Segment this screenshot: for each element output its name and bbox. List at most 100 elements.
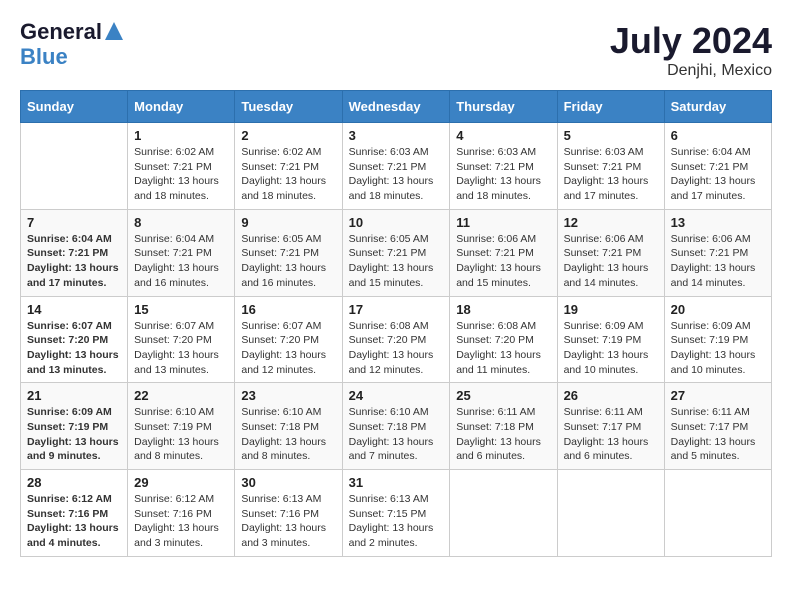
day-number: 8 xyxy=(134,215,228,230)
calendar-cell: 23Sunrise: 6:10 AMSunset: 7:18 PMDayligh… xyxy=(235,383,342,470)
day-info: Sunrise: 6:12 AMSunset: 7:16 PMDaylight:… xyxy=(27,492,121,551)
header-day-monday: Monday xyxy=(128,91,235,123)
calendar-week-row: 21Sunrise: 6:09 AMSunset: 7:19 PMDayligh… xyxy=(21,383,772,470)
day-info: Sunrise: 6:03 AMSunset: 7:21 PMDaylight:… xyxy=(349,145,444,204)
calendar-cell: 19 Sunrise: 6:09 AMSunset: 7:19 PMDayligh… xyxy=(557,296,664,383)
day-number: 4 xyxy=(456,128,550,143)
calendar-cell: 30Sunrise: 6:13 AMSunset: 7:16 PMDayligh… xyxy=(235,470,342,557)
calendar-header-row: SundayMondayTuesdayWednesdayThursdayFrid… xyxy=(21,91,772,123)
header-day-wednesday: Wednesday xyxy=(342,91,450,123)
header-day-tuesday: Tuesday xyxy=(235,91,342,123)
logo-text-blue: Blue xyxy=(20,44,123,70)
calendar-cell: 18 Sunrise: 6:08 AMSunset: 7:20 PMDayligh… xyxy=(450,296,557,383)
day-number: 14 xyxy=(27,302,121,317)
location-title: Denjhi, Mexico xyxy=(610,62,772,80)
day-info: Sunrise: 6:05 AMSunset: 7:21 PMDaylight:… xyxy=(349,232,444,291)
day-number: 13 xyxy=(671,215,765,230)
month-title: July 2024 xyxy=(610,20,772,62)
day-number: 10 xyxy=(349,215,444,230)
day-number: 5 xyxy=(564,128,658,143)
calendar-cell: 26 Sunrise: 6:11 AMSunset: 7:17 PMDayligh… xyxy=(557,383,664,470)
day-number: 21 xyxy=(27,388,121,403)
calendar-cell: 5 Sunrise: 6:03 AMSunset: 7:21 PMDaylight… xyxy=(557,123,664,210)
calendar-cell: 27 Sunrise: 6:11 AMSunset: 7:17 PMDayligh… xyxy=(664,383,771,470)
day-number: 17 xyxy=(349,302,444,317)
day-info: Sunrise: 6:07 AMSunset: 7:20 PMDaylight:… xyxy=(134,319,228,378)
day-number: 19 xyxy=(564,302,658,317)
day-info: Sunrise: 6:05 AMSunset: 7:21 PMDaylight:… xyxy=(241,232,335,291)
day-number: 31 xyxy=(349,475,444,490)
day-number: 25 xyxy=(456,388,550,403)
calendar-cell: 11Sunrise: 6:06 AMSunset: 7:21 PMDayligh… xyxy=(450,209,557,296)
day-number: 6 xyxy=(671,128,765,143)
calendar-cell: 3 Sunrise: 6:03 AMSunset: 7:21 PMDaylight… xyxy=(342,123,450,210)
calendar-week-row: 28 Sunrise: 6:12 AMSunset: 7:16 PMDayligh… xyxy=(21,470,772,557)
header-day-thursday: Thursday xyxy=(450,91,557,123)
day-info: Sunrise: 6:11 AMSunset: 7:17 PMDaylight:… xyxy=(564,405,658,464)
day-number: 16 xyxy=(241,302,335,317)
header-day-sunday: Sunday xyxy=(21,91,128,123)
day-number: 18 xyxy=(456,302,550,317)
day-info: Sunrise: 6:12 AMSunset: 7:16 PMDaylight:… xyxy=(134,492,228,551)
day-number: 28 xyxy=(27,475,121,490)
calendar-cell: 29Sunrise: 6:12 AMSunset: 7:16 PMDayligh… xyxy=(128,470,235,557)
day-info: Sunrise: 6:06 AMSunset: 7:21 PMDaylight:… xyxy=(564,232,658,291)
calendar-cell: 10 Sunrise: 6:05 AMSunset: 7:21 PMDayligh… xyxy=(342,209,450,296)
calendar-cell: 24 Sunrise: 6:10 AMSunset: 7:18 PMDayligh… xyxy=(342,383,450,470)
calendar-cell: 15Sunrise: 6:07 AMSunset: 7:20 PMDayligh… xyxy=(128,296,235,383)
calendar-cell: 12 Sunrise: 6:06 AMSunset: 7:21 PMDayligh… xyxy=(557,209,664,296)
calendar-cell: 2Sunrise: 6:02 AMSunset: 7:21 PMDaylight… xyxy=(235,123,342,210)
header-day-saturday: Saturday xyxy=(664,91,771,123)
day-info: Sunrise: 6:03 AMSunset: 7:21 PMDaylight:… xyxy=(564,145,658,204)
header-day-friday: Friday xyxy=(557,91,664,123)
calendar-cell: 8 Sunrise: 6:04 AMSunset: 7:21 PMDaylight… xyxy=(128,209,235,296)
calendar-cell xyxy=(557,470,664,557)
day-number: 9 xyxy=(241,215,335,230)
day-info: Sunrise: 6:07 AMSunset: 7:20 PMDaylight:… xyxy=(27,319,121,378)
calendar-cell: 17 Sunrise: 6:08 AMSunset: 7:20 PMDayligh… xyxy=(342,296,450,383)
day-info: Sunrise: 6:13 AMSunset: 7:16 PMDaylight:… xyxy=(241,492,335,551)
logo-icon xyxy=(105,22,123,40)
day-info: Sunrise: 6:10 AMSunset: 7:19 PMDaylight:… xyxy=(134,405,228,464)
day-number: 2 xyxy=(241,128,335,143)
day-info: Sunrise: 6:11 AMSunset: 7:18 PMDaylight:… xyxy=(456,405,550,464)
calendar-cell: 13 Sunrise: 6:06 AMSunset: 7:21 PMDayligh… xyxy=(664,209,771,296)
calendar-cell: 7 Sunrise: 6:04 AMSunset: 7:21 PMDaylight… xyxy=(21,209,128,296)
calendar-cell: 4 Sunrise: 6:03 AMSunset: 7:21 PMDaylight… xyxy=(450,123,557,210)
day-info: Sunrise: 6:13 AMSunset: 7:15 PMDaylight:… xyxy=(349,492,444,551)
day-info: Sunrise: 6:07 AMSunset: 7:20 PMDaylight:… xyxy=(241,319,335,378)
logo: General Blue xyxy=(20,20,123,70)
calendar-cell xyxy=(450,470,557,557)
day-info: Sunrise: 6:10 AMSunset: 7:18 PMDaylight:… xyxy=(349,405,444,464)
calendar-week-row: 1 Sunrise: 6:02 AMSunset: 7:21 PMDaylight… xyxy=(21,123,772,210)
calendar-cell: 14 Sunrise: 6:07 AMSunset: 7:20 PMDayligh… xyxy=(21,296,128,383)
calendar-week-row: 7 Sunrise: 6:04 AMSunset: 7:21 PMDaylight… xyxy=(21,209,772,296)
day-number: 22 xyxy=(134,388,228,403)
day-info: Sunrise: 6:08 AMSunset: 7:20 PMDaylight:… xyxy=(456,319,550,378)
day-number: 27 xyxy=(671,388,765,403)
day-number: 1 xyxy=(134,128,228,143)
day-number: 23 xyxy=(241,388,335,403)
day-info: Sunrise: 6:04 AMSunset: 7:21 PMDaylight:… xyxy=(134,232,228,291)
calendar-cell: 25 Sunrise: 6:11 AMSunset: 7:18 PMDayligh… xyxy=(450,383,557,470)
day-info: Sunrise: 6:06 AMSunset: 7:21 PMDaylight:… xyxy=(671,232,765,291)
day-info: Sunrise: 6:08 AMSunset: 7:20 PMDaylight:… xyxy=(349,319,444,378)
calendar-cell: 1 Sunrise: 6:02 AMSunset: 7:21 PMDaylight… xyxy=(128,123,235,210)
calendar-cell: 9 Sunrise: 6:05 AMSunset: 7:21 PMDaylight… xyxy=(235,209,342,296)
day-info: Sunrise: 6:02 AMSunset: 7:21 PMDaylight:… xyxy=(134,145,228,204)
day-info: Sunrise: 6:03 AMSunset: 7:21 PMDaylight:… xyxy=(456,145,550,204)
day-info: Sunrise: 6:04 AMSunset: 7:21 PMDaylight:… xyxy=(27,232,121,291)
calendar-table: SundayMondayTuesdayWednesdayThursdayFrid… xyxy=(20,90,772,557)
day-number: 3 xyxy=(349,128,444,143)
calendar-cell: 16 Sunrise: 6:07 AMSunset: 7:20 PMDayligh… xyxy=(235,296,342,383)
day-number: 26 xyxy=(564,388,658,403)
calendar-cell: 6Sunrise: 6:04 AMSunset: 7:21 PMDaylight… xyxy=(664,123,771,210)
calendar-cell: 20Sunrise: 6:09 AMSunset: 7:19 PMDayligh… xyxy=(664,296,771,383)
day-info: Sunrise: 6:11 AMSunset: 7:17 PMDaylight:… xyxy=(671,405,765,464)
day-number: 12 xyxy=(564,215,658,230)
calendar-cell: 31 Sunrise: 6:13 AMSunset: 7:15 PMDayligh… xyxy=(342,470,450,557)
day-number: 24 xyxy=(349,388,444,403)
day-number: 7 xyxy=(27,215,121,230)
calendar-cell: 21Sunrise: 6:09 AMSunset: 7:19 PMDayligh… xyxy=(21,383,128,470)
day-info: Sunrise: 6:09 AMSunset: 7:19 PMDaylight:… xyxy=(564,319,658,378)
